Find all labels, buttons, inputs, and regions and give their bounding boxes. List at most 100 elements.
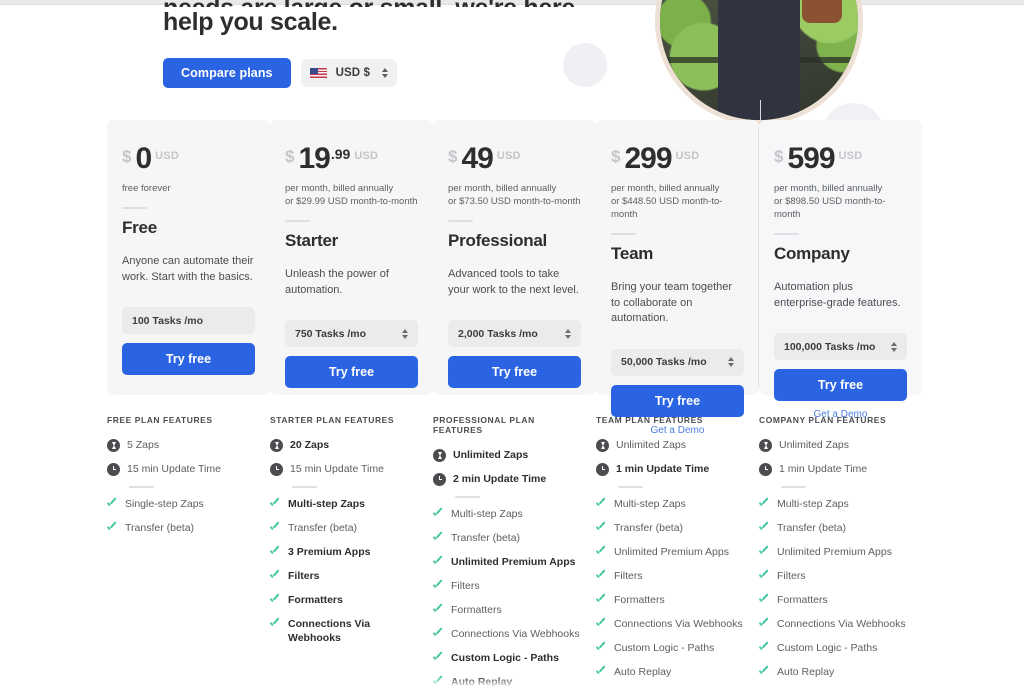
feature-list-item: Single-step Zaps	[107, 497, 256, 511]
check-icon	[596, 643, 606, 653]
feature-list-item: Custom Logic - Paths	[759, 641, 908, 655]
feature-item-label: Auto Replay	[451, 676, 513, 688]
up-down-stepper-icon[interactable]	[891, 341, 897, 352]
feature-divider	[618, 486, 643, 488]
try-free-button[interactable]: Try free	[448, 356, 581, 388]
bolt-icon	[596, 439, 609, 452]
task-quantity-select[interactable]: 2,000 Tasks /mo	[448, 320, 581, 347]
feature-column-title: FREE PLAN FEATURES	[107, 415, 213, 425]
task-quantity-select[interactable]: 100,000 Tasks /mo	[774, 333, 907, 360]
plan-name: Starter	[285, 231, 339, 250]
feature-list-item: Formatters	[759, 593, 908, 607]
task-quantity-value: 2,000 Tasks /mo	[458, 327, 538, 340]
try-free-button[interactable]: Try free	[611, 384, 744, 417]
feature-divider	[455, 496, 480, 498]
feature-list-item: Custom Logic - Paths	[596, 641, 745, 655]
plan-billing-secondary: or $29.99 USD month-to-month	[285, 196, 418, 207]
feature-column-title: TEAM PLAN FEATURES	[596, 415, 704, 425]
feature-item-label: Auto Replay	[777, 666, 835, 678]
plan-name: Company	[774, 244, 850, 263]
plan-billing: per month, billed annually or $898.50 USD…	[774, 182, 907, 221]
feature-item-label: Connections Via Webhooks	[614, 618, 743, 630]
feature-highlight: Unlimited Zaps	[759, 438, 908, 452]
feature-list-item: Filters	[270, 569, 419, 583]
try-free-button[interactable]: Try free	[122, 343, 255, 375]
check-icon	[596, 499, 606, 509]
feature-list-item: Unlimited Premium Apps	[433, 555, 582, 569]
plan-billing-primary: per month, billed annually	[285, 183, 394, 194]
currency-selector[interactable]: USD $	[300, 59, 397, 87]
feature-column: PROFESSIONAL PLAN FEATURES Unlimited Zaps…	[433, 415, 596, 692]
feature-list-item: Connections Via Webhooks	[596, 617, 745, 631]
plan-billing-secondary: or $73.50 USD month-to-month	[448, 196, 581, 207]
feature-item-label: Multi-step Zaps	[288, 498, 366, 510]
feature-highlight-label: 1 min Update Time	[616, 463, 710, 475]
plan-price-amount: 299	[624, 142, 672, 175]
feature-list-item: Transfer (beta)	[596, 521, 745, 535]
feature-list-item: Transfer (beta)	[107, 521, 256, 535]
bolt-icon	[433, 449, 446, 462]
feature-highlight: 5 Zaps	[107, 438, 256, 452]
feature-item-label: 3 Premium Apps	[288, 546, 371, 558]
task-quantity-value: 100 Tasks /mo	[132, 314, 204, 327]
pricing-page: needs are large or small, we're here to …	[0, 0, 1024, 692]
task-quantity-select[interactable]: 750 Tasks /mo	[285, 320, 418, 347]
plan-billing: per month, billed annually or $448.50 USD…	[611, 182, 744, 221]
up-down-stepper-icon[interactable]	[728, 357, 734, 367]
feature-highlight-label: 1 min Update Time	[779, 463, 868, 475]
bolt-icon	[107, 439, 120, 452]
check-icon	[433, 509, 443, 519]
feature-list-item: Unlimited Premium Apps	[759, 545, 908, 559]
plan-card: $49 USD per month, billed annually or $73.5…	[433, 120, 596, 395]
feature-item-label: Filters	[288, 570, 320, 582]
plan-billing-secondary: or $898.50 USD month-to-month	[774, 196, 886, 220]
plan-description: Anyone can automate their work. Start wi…	[122, 255, 254, 283]
task-quantity-select[interactable]: 50,000 Tasks /mo	[611, 348, 744, 376]
feature-list-item: 3 Premium Apps	[270, 545, 419, 559]
up-down-stepper-icon[interactable]	[565, 328, 571, 339]
feature-list-item: Connections Via Webhooks	[759, 617, 908, 631]
plan-billing: per month, billed annually or $29.99 USD …	[285, 182, 418, 208]
feature-list-item: Multi-step Zaps	[759, 497, 908, 511]
check-icon	[433, 677, 443, 687]
up-down-stepper-icon[interactable]	[402, 328, 408, 339]
plan-column-starter: $19.99 USD per month, billed annually or $2…	[270, 120, 433, 395]
feature-highlight-label: 15 min Update Time	[290, 463, 384, 475]
plan-price: $49 USD	[448, 142, 581, 175]
plan-description: Advanced tools to take your work to the …	[448, 268, 579, 296]
up-down-stepper-icon[interactable]	[381, 68, 388, 78]
try-free-button[interactable]: Try free	[285, 356, 418, 388]
plan-name: Professional	[448, 231, 548, 250]
plan-price-amount: 0	[135, 142, 152, 175]
plan-card-grid: $0 USD free forever Free Anyone can automate…	[107, 120, 922, 436]
feature-item-label: Formatters	[777, 594, 828, 606]
feature-item-label: Multi-step Zaps	[777, 498, 849, 510]
check-icon	[596, 667, 606, 677]
plan-price-cents: .99	[330, 146, 351, 162]
currency-symbol: $	[122, 147, 132, 166]
feature-item-label: Unlimited Premium Apps	[614, 546, 729, 558]
feature-highlight-label: 15 min Update Time	[127, 463, 221, 475]
currency-symbol: $	[611, 147, 621, 166]
check-icon	[433, 605, 443, 615]
check-icon	[759, 667, 769, 677]
feature-item-label: Multi-step Zaps	[451, 508, 523, 520]
plan-description: Automation plus enterprise-grade feature…	[774, 281, 901, 309]
compare-plans-button[interactable]: Compare plans	[163, 58, 291, 88]
hero-photo	[655, 0, 863, 125]
try-free-button[interactable]: Try free	[774, 369, 907, 401]
check-icon	[759, 523, 769, 533]
check-icon	[270, 499, 280, 509]
card-divider	[448, 220, 473, 222]
feature-list-item: Transfer (beta)	[759, 521, 908, 535]
plan-column-company: $599 USD per month, billed annually or $898…	[758, 120, 922, 420]
hero-actions: Compare plans USD $	[163, 58, 397, 88]
plan-card: $19.99 USD per month, billed annually or $2…	[270, 120, 433, 395]
check-icon	[107, 499, 117, 509]
feature-list-item: Multi-step Zaps	[596, 497, 745, 511]
feature-column: TEAM PLAN FEATURES Unlimited Zaps 1 min Up…	[596, 415, 759, 692]
check-icon	[433, 653, 443, 663]
check-icon	[759, 643, 769, 653]
plan-billing: per month, billed annually or $73.50 USD …	[448, 182, 581, 208]
feature-list-item: Custom Logic - Paths	[433, 651, 582, 665]
